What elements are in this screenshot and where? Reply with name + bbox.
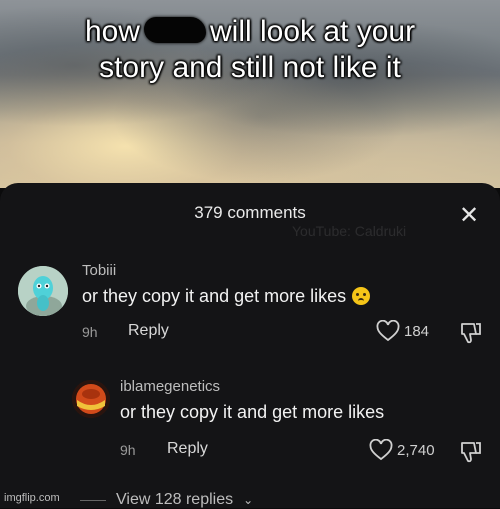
comment-username[interactable]: iblamegenetics: [120, 378, 220, 395]
comment-time: 9h: [120, 442, 136, 458]
comment-text-content: or they copy it and get more likes: [82, 286, 347, 306]
caption-line2: story and still not like it: [99, 51, 401, 84]
comments-count: 379 comments: [194, 203, 306, 222]
comment-text: or they copy it and get more likes: [120, 402, 385, 422]
caption-line1-rest: will look at your: [209, 15, 416, 48]
chevron-down-icon: ⌄: [243, 493, 254, 507]
avatar[interactable]: [18, 266, 68, 316]
imgflip-credit: imgflip.com: [4, 492, 60, 504]
like-count: 2,740: [397, 441, 435, 459]
avatar[interactable]: [72, 380, 110, 418]
view-replies-label: View 128 replies: [116, 491, 234, 508]
heart-icon: [369, 439, 393, 461]
dislike-icon[interactable]: [458, 440, 484, 464]
avatar-character-icon: [18, 266, 68, 316]
like-button[interactable]: 184: [376, 320, 429, 342]
reply-button[interactable]: Reply: [167, 440, 208, 458]
heart-icon: [376, 320, 400, 342]
comment-username[interactable]: Tobiii: [82, 262, 116, 279]
avatar-character-icon: [72, 380, 110, 418]
crying-face-emoji-icon: [352, 287, 371, 305]
like-button[interactable]: 2,740: [369, 439, 435, 461]
caption-word-how: how: [84, 15, 140, 48]
dislike-icon[interactable]: [458, 321, 484, 345]
reply-button[interactable]: Reply: [128, 322, 169, 340]
comment-time: 9h: [82, 324, 98, 340]
redacted-name: [143, 17, 206, 43]
divider-line: [80, 499, 106, 501]
like-count: 184: [404, 322, 430, 340]
sheet-header: 379 comments: [0, 203, 500, 223]
close-icon[interactable]: ✕: [458, 203, 480, 227]
comment-text: or they copy it and get more likes: [82, 286, 371, 307]
watermark: YouTube: Caldruki: [292, 223, 407, 239]
view-replies-button[interactable]: View 128 replies ⌄: [80, 491, 253, 509]
meme-caption: how will look at your story and still not…: [0, 14, 500, 86]
